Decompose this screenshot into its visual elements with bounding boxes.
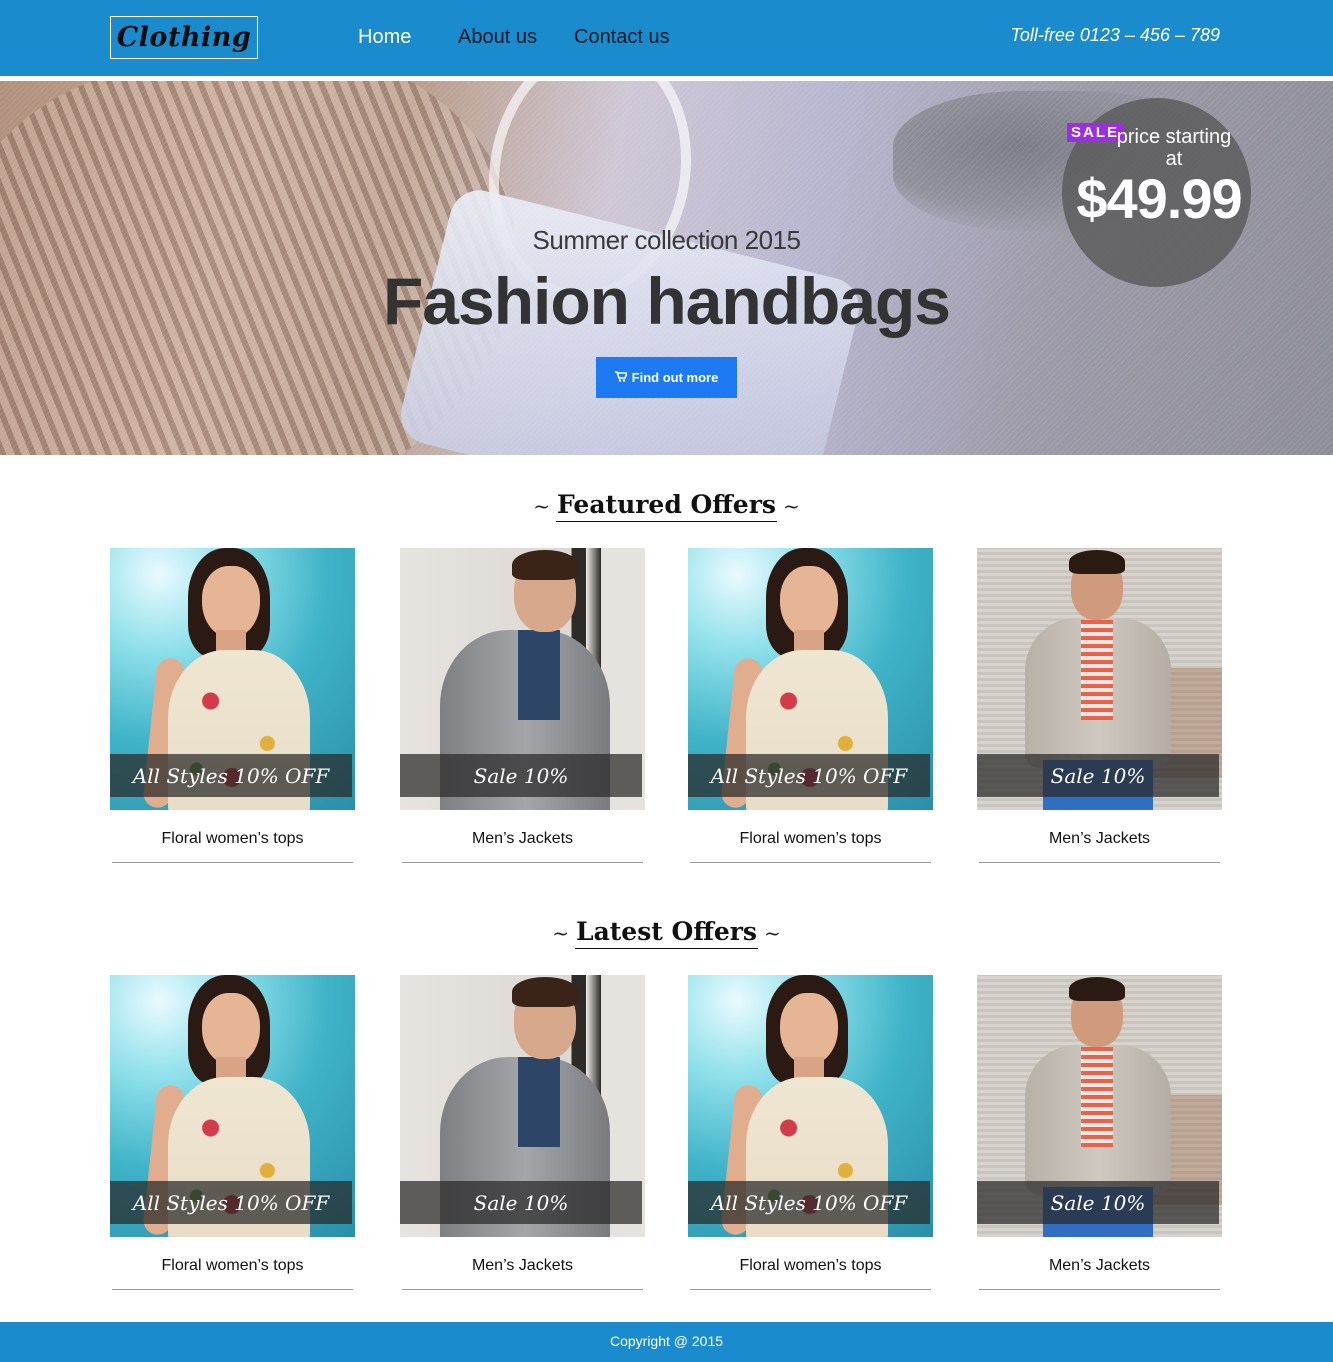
product-caption: Sale 10% (400, 1181, 642, 1224)
ornament-right-icon: ~ (764, 921, 781, 945)
latest-offers-title: Latest Offers (574, 917, 758, 949)
copyright-text: Copyright @ 2015 (609, 1333, 724, 1349)
product-name[interactable]: Men’s Jackets (977, 830, 1222, 848)
product-name[interactable]: Men’s Jackets (977, 1257, 1222, 1275)
ornament-left-icon: ~ (552, 921, 569, 945)
find-out-more-button[interactable]: Find out more (596, 357, 737, 398)
product-image-man-cardigan[interactable]: Sale 10% (977, 548, 1222, 810)
product-card[interactable]: Sale 10% Men’s Jackets (977, 548, 1222, 863)
product-caption: All Styles 10% OFF (688, 1181, 930, 1224)
find-out-more-label: Find out more (631, 370, 719, 385)
product-name[interactable]: Floral women’s tops (110, 1257, 355, 1275)
figure-hair (512, 550, 578, 580)
figure-shirt (518, 630, 560, 720)
figure-striped-tee (1081, 620, 1113, 720)
product-name[interactable]: Floral women’s tops (110, 830, 355, 848)
figure-hair (1069, 550, 1125, 574)
product-divider (112, 1289, 353, 1290)
product-divider (690, 862, 931, 863)
featured-offers-title: Featured Offers (556, 490, 777, 522)
product-image-woman-floral-top[interactable]: All Styles 10% OFF (110, 975, 355, 1237)
product-name[interactable]: Men’s Jackets (400, 830, 645, 848)
product-name[interactable]: Floral women’s tops (688, 1257, 933, 1275)
ornament-left-icon: ~ (533, 494, 551, 518)
product-caption: All Styles 10% OFF (110, 754, 352, 797)
product-image-man-cardigan[interactable]: Sale 10% (977, 975, 1222, 1237)
hero-banner: Summer collection 2015 Fashion handbags … (0, 81, 1333, 455)
product-caption: Sale 10% (400, 754, 642, 797)
tollfree-number: Toll-free 0123 – 456 – 789 (1010, 25, 1221, 45)
figure-shirt (518, 1057, 560, 1147)
product-caption: Sale 10% (977, 754, 1219, 797)
product-divider (112, 862, 353, 863)
product-caption: Sale 10% (977, 1181, 1219, 1224)
product-image-man-grey-jacket[interactable]: Sale 10% (400, 975, 645, 1237)
nav-about-us[interactable]: About us (458, 26, 537, 52)
product-divider (402, 862, 643, 863)
product-card[interactable]: All Styles 10% OFF Floral women’s tops (688, 975, 933, 1290)
figure-striped-tee (1081, 1047, 1113, 1147)
product-divider (979, 1289, 1220, 1290)
product-name[interactable]: Floral women’s tops (688, 830, 933, 848)
featured-offers-heading: ~ Featured Offers ~ (0, 490, 1333, 522)
figure-face (202, 993, 260, 1065)
product-card[interactable]: All Styles 10% OFF Floral women’s tops (688, 548, 933, 863)
ornament-right-icon: ~ (782, 494, 800, 518)
product-card[interactable]: Sale 10% Men’s Jackets (977, 975, 1222, 1290)
site-header: Clothing Home About us Contact us Toll-f… (0, 0, 1333, 76)
logo[interactable]: Clothing (110, 16, 258, 59)
figure-hair (512, 977, 578, 1007)
product-divider (402, 1289, 643, 1290)
product-caption: All Styles 10% OFF (688, 754, 930, 797)
figure-face (780, 566, 838, 638)
product-card[interactable]: Sale 10% Men’s Jackets (400, 975, 645, 1290)
product-caption: All Styles 10% OFF (110, 1181, 352, 1224)
logo-text: Clothing (116, 22, 252, 53)
product-divider (690, 1289, 931, 1290)
product-card[interactable]: All Styles 10% OFF Floral women’s tops (110, 975, 355, 1290)
cart-icon (614, 370, 628, 385)
nav-home[interactable]: Home (358, 26, 411, 52)
nav-contact-us[interactable]: Contact us (574, 26, 670, 52)
site-footer: Copyright @ 2015 (0, 1322, 1333, 1362)
product-image-woman-floral-top[interactable]: All Styles 10% OFF (688, 548, 933, 810)
figure-face (202, 566, 260, 638)
sale-price-label: price starting at (1116, 126, 1232, 170)
sale-price-circle: SALE price starting at $49.99 (1062, 98, 1251, 287)
product-name[interactable]: Men’s Jackets (400, 1257, 645, 1275)
product-image-woman-floral-top[interactable]: All Styles 10% OFF (688, 975, 933, 1237)
figure-face (780, 993, 838, 1065)
product-card[interactable]: Sale 10% Men’s Jackets (400, 548, 645, 863)
latest-offers-heading: ~ Latest Offers ~ (0, 917, 1333, 949)
product-image-woman-floral-top[interactable]: All Styles 10% OFF (110, 548, 355, 810)
sale-price: $49.99 (1076, 167, 1242, 230)
figure-hair (1069, 977, 1125, 1001)
product-divider (979, 862, 1220, 863)
product-card[interactable]: All Styles 10% OFF Floral women’s tops (110, 548, 355, 863)
product-image-man-grey-jacket[interactable]: Sale 10% (400, 548, 645, 810)
